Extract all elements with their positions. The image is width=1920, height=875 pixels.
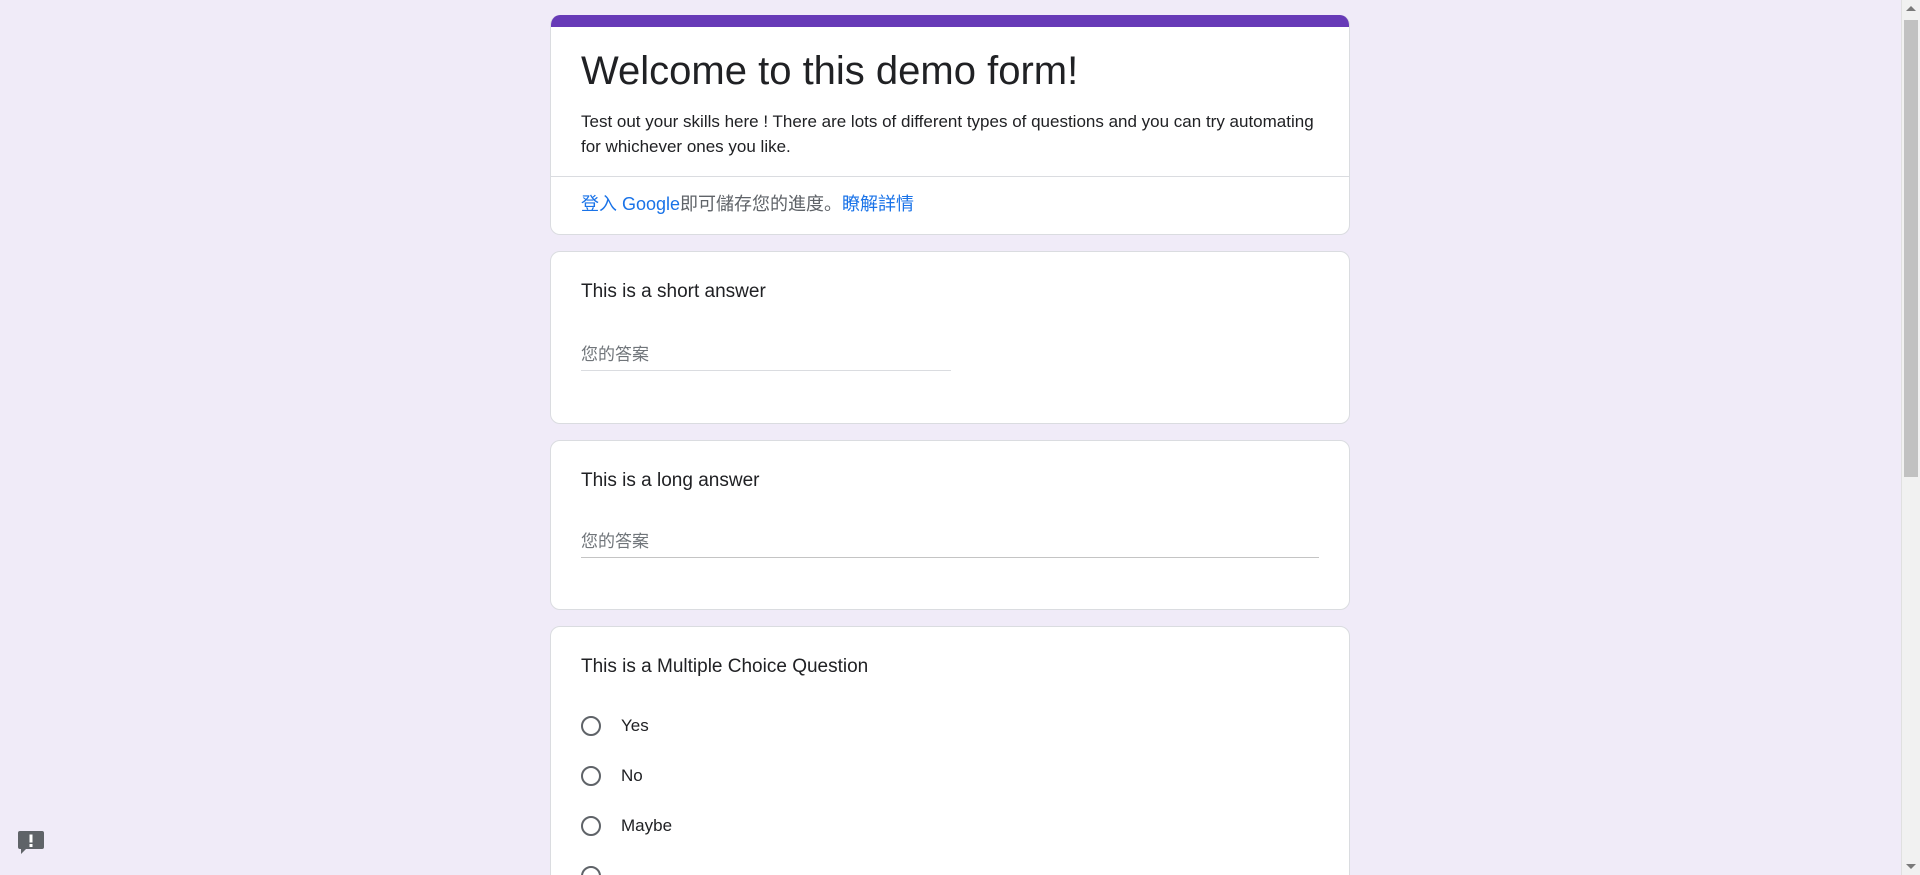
form-header-card: Welcome to this demo form! Test out your…	[550, 15, 1350, 235]
signin-link[interactable]: 登入 Google	[581, 194, 680, 214]
multiple-choice-title: This is a Multiple Choice Question	[581, 656, 869, 677]
option-label: Yes	[621, 716, 649, 735]
radio-option-yes[interactable]: Yes	[581, 701, 1319, 751]
radio-option-no[interactable]: No	[581, 751, 1319, 801]
report-feedback-icon[interactable]	[17, 829, 45, 855]
signin-notice: 登入 Google即可儲存您的進度。瞭解詳情	[551, 176, 1349, 234]
radio-option-partial[interactable]	[581, 851, 1319, 875]
radio-circle-icon[interactable]	[581, 716, 601, 736]
radio-circle-icon[interactable]	[581, 816, 601, 836]
scroll-down-icon[interactable]	[1906, 864, 1916, 869]
form-description: Test out your skills here ! There are lo…	[581, 112, 1314, 156]
scrollbar-thumb[interactable]	[1904, 20, 1918, 477]
option-label: No	[621, 766, 643, 785]
option-label: Maybe	[621, 816, 673, 835]
signin-text: 即可儲存您的進度。	[680, 194, 843, 214]
form-column: Welcome to this demo form! Test out your…	[550, 15, 1350, 875]
radio-options: Yes No Maybe	[581, 701, 1319, 875]
vertical-scrollbar[interactable]	[1901, 0, 1920, 875]
header-body: Welcome to this demo form! Test out your…	[551, 27, 1349, 176]
short-answer-question: This is a short answer	[550, 251, 1350, 424]
long-answer-question: This is a long answer	[550, 440, 1350, 610]
short-answer-input[interactable]	[581, 340, 951, 371]
radio-option-maybe[interactable]: Maybe	[581, 801, 1319, 851]
learn-more-link[interactable]: 瞭解詳情	[842, 194, 914, 214]
long-answer-title: This is a long answer	[581, 470, 760, 491]
long-answer-input[interactable]	[581, 527, 1319, 558]
form-title: Welcome to this demo form!	[581, 49, 1079, 93]
radio-circle-icon[interactable]	[581, 766, 601, 786]
scroll-up-icon[interactable]	[1906, 6, 1916, 11]
radio-circle-icon[interactable]	[581, 866, 601, 875]
page: Welcome to this demo form! Test out your…	[0, 0, 1920, 875]
short-answer-title: This is a short answer	[581, 281, 766, 302]
header-accent-stripe	[551, 15, 1349, 27]
multiple-choice-question: This is a Multiple Choice Question Yes N…	[550, 626, 1350, 875]
